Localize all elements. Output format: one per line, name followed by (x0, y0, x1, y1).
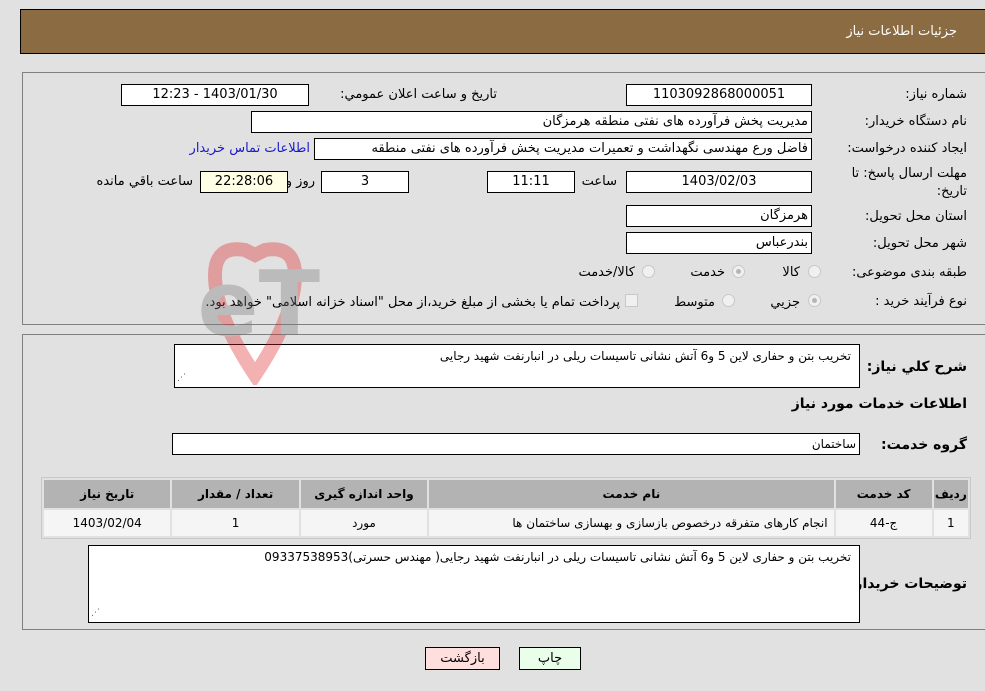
process-jozi-label: جزيي (770, 295, 800, 310)
table-row: 1 ج-44 انجام کارهای متفرقه درخصوص بازساز… (44, 510, 968, 536)
need-details-panel: شرح کلي نياز: تخریب بتن و حفاری لاین 5 و… (22, 334, 985, 630)
col-service-code: کد خدمت (835, 480, 932, 508)
col-quantity: تعداد / مقدار (172, 480, 299, 508)
resize-grip-icon[interactable]: ⋰ (177, 370, 186, 386)
treasury-payment-note: پرداخت تمام یا بخشی از مبلغ خرید،از محل … (205, 295, 620, 310)
cell-service-code: ج-44 (835, 510, 932, 536)
back-button[interactable]: بازگشت (425, 647, 500, 670)
remaining-time-field: 22:28:06 (200, 171, 288, 193)
deadline-time-field: 11:11 (487, 171, 575, 193)
buyer-notes-textarea[interactable]: تخریب بتن و حفاری لاین 5 و6 آتش نشانی تا… (88, 545, 860, 623)
deadline-label: مهلت ارسال پاسخ: تا تاریخ: (851, 166, 967, 199)
services-table: ردیف کد خدمت نام خدمت واحد اندازه گیری ت… (41, 477, 971, 539)
requester-field: فاضل ورع مهندسی نگهداشت و تعمیرات مدیریت… (314, 138, 812, 160)
cell-unit: مورد (300, 510, 428, 536)
category-kala-radio[interactable] (808, 265, 821, 278)
category-label: طبقه بندی موضوعی: (851, 265, 967, 280)
announce-label: تاريخ و ساعت اعلان عمومي: (340, 87, 497, 102)
col-unit: واحد اندازه گیری (300, 480, 428, 508)
deadline-date-field: 1403/02/03 (626, 171, 812, 193)
summary-textarea[interactable]: تخریب بتن و حفاری لاین 5 و6 آتش نشانی تا… (174, 344, 860, 388)
page-header: جزئیات اطلاعات نیاز (20, 9, 985, 54)
buyer-contact-link[interactable]: اطلاعات تماس خریدار (190, 141, 310, 156)
summary-text: تخریب بتن و حفاری لاین 5 و6 آتش نشانی تا… (439, 349, 851, 363)
print-button[interactable]: چاپ (519, 647, 581, 670)
process-motavaset-label: متوسط (674, 295, 715, 310)
category-kala-khedmat-radio[interactable] (642, 265, 655, 278)
category-kala-label: کالا (782, 265, 800, 280)
col-need-date: تاریخ نیاز (44, 480, 171, 508)
process-motavaset-radio[interactable] (722, 294, 735, 307)
resize-grip-icon[interactable]: ⋰ (91, 605, 100, 621)
page-title: جزئیات اطلاعات نیاز (846, 24, 957, 39)
province-label: استان محل تحویل: (865, 209, 967, 224)
process-label: نوع فرآیند خرید : (875, 294, 967, 309)
category-kala-khedmat-label: کالا/خدمت (578, 265, 635, 280)
cell-quantity: 1 (172, 510, 299, 536)
service-group-field: ساختمان (172, 433, 860, 455)
buyer-notes-text: تخریب بتن و حفاری لاین 5 و6 آتش نشانی تا… (264, 550, 851, 564)
days-label: روز و (285, 174, 315, 189)
remaining-time-label: ساعت باقي مانده (96, 174, 193, 189)
buyer-org-label: نام دستگاه خریدار: (864, 114, 967, 129)
city-field: بندرعباس (626, 232, 812, 254)
buyer-org-field: مدیریت پخش فرآورده های نفتی منطقه هرمزگا… (251, 111, 812, 133)
treasury-payment-checkbox[interactable] (625, 294, 638, 307)
need-number-label: شماره نیاز: (905, 87, 967, 102)
cell-row-number: 1 (933, 510, 968, 536)
buyer-notes-label: توضیحات خریدار: (848, 576, 967, 592)
services-heading: اطلاعات خدمات مورد نياز (791, 396, 967, 412)
process-jozi-radio[interactable] (808, 294, 821, 307)
days-remaining-field: 3 (321, 171, 409, 193)
summary-label: شرح کلي نياز: (866, 359, 967, 375)
col-row-number: ردیف (933, 480, 968, 508)
city-label: شهر محل تحویل: (872, 236, 967, 251)
province-field: هرمزگان (626, 205, 812, 227)
need-info-panel: شماره نیاز: 1103092868000051 تاريخ و ساع… (22, 72, 985, 325)
deadline-time-label: ساعت (581, 174, 617, 189)
table-header-row: ردیف کد خدمت نام خدمت واحد اندازه گیری ت… (44, 480, 968, 508)
service-group-label: گروه خدمت: (881, 437, 967, 453)
col-service-name: نام خدمت (429, 480, 834, 508)
cell-service-name: انجام کارهای متفرقه درخصوص بازسازی و بهس… (429, 510, 834, 536)
announce-field: 1403/01/30 - 12:23 (121, 84, 309, 106)
cell-need-date: 1403/02/04 (44, 510, 171, 536)
need-number-field: 1103092868000051 (626, 84, 812, 106)
requester-label: ایجاد کننده درخواست: (847, 141, 967, 156)
category-khedmat-radio[interactable] (732, 265, 745, 278)
category-khedmat-label: خدمت (690, 265, 725, 280)
